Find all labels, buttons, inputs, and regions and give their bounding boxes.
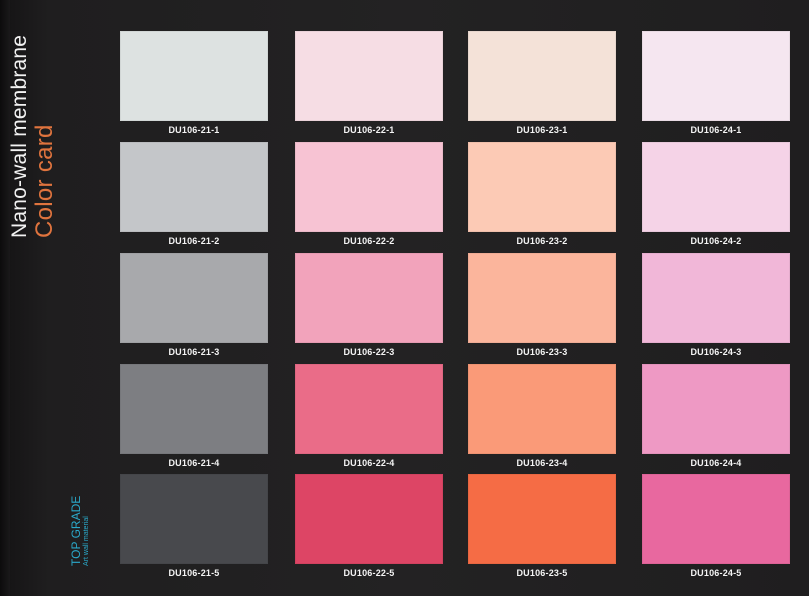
swatch-cell: DU106-23-4	[468, 364, 616, 472]
swatch-code: DU106-22-3	[343, 347, 395, 357]
color-swatch	[642, 253, 790, 343]
grade-line-1: TOP GRADE	[69, 495, 83, 566]
color-card-page: Nano-wall membrane Color card TOP GRADE …	[0, 0, 809, 596]
color-swatch	[120, 31, 268, 121]
swatch-code: DU106-21-5	[168, 568, 220, 578]
color-swatch	[642, 142, 790, 232]
color-swatch	[120, 474, 268, 564]
swatch-cell: DU106-21-3	[120, 253, 268, 361]
swatch-cell: DU106-22-4	[295, 364, 443, 472]
color-swatch	[468, 253, 616, 343]
swatch-cell: DU106-24-1	[642, 31, 790, 139]
title-line-2: Color card	[31, 124, 58, 238]
swatch-cell: DU106-24-3	[642, 253, 790, 361]
swatch-cell: DU106-22-5	[295, 474, 443, 582]
color-swatch	[295, 474, 443, 564]
color-swatch	[468, 31, 616, 121]
swatch-cell: DU106-24-2	[642, 142, 790, 250]
swatch-code: DU106-21-1	[168, 125, 220, 135]
swatch-cell: DU106-23-3	[468, 253, 616, 361]
swatch-code: DU106-23-3	[516, 347, 568, 357]
color-swatch	[468, 474, 616, 564]
swatch-cell: DU106-22-3	[295, 253, 443, 361]
side-title: Nano-wall membrane Color card	[8, 28, 92, 238]
swatch-code: DU106-21-2	[168, 236, 220, 246]
swatch-cell: DU106-23-5	[468, 474, 616, 582]
swatch-code: DU106-22-1	[343, 125, 395, 135]
swatch-cell: DU106-22-2	[295, 142, 443, 250]
swatch-cell: DU106-22-1	[295, 31, 443, 139]
swatch-cell: DU106-21-2	[120, 142, 268, 250]
swatch-code: DU106-23-2	[516, 236, 568, 246]
swatch-cell: DU106-21-5	[120, 474, 268, 582]
color-swatch	[295, 253, 443, 343]
swatch-code: DU106-23-5	[516, 568, 568, 578]
color-swatch	[295, 364, 443, 454]
swatch-code: DU106-21-4	[168, 458, 220, 468]
swatch-cell: DU106-24-4	[642, 364, 790, 472]
swatch-grid: DU106-21-1 DU106-21-2 DU106-21-3 DU106-21-4…	[120, 31, 790, 591]
swatch-code: DU106-22-5	[343, 568, 395, 578]
color-swatch	[295, 31, 443, 121]
swatch-code: DU106-24-3	[690, 347, 742, 357]
color-swatch	[468, 364, 616, 454]
swatch-cell: DU106-21-1	[120, 31, 268, 139]
color-swatch	[642, 31, 790, 121]
color-swatch	[642, 364, 790, 454]
swatch-code: DU106-22-4	[343, 458, 395, 468]
swatch-cell: DU106-24-5	[642, 474, 790, 582]
swatch-cell: DU106-21-4	[120, 364, 268, 472]
color-swatch	[468, 142, 616, 232]
swatch-code: DU106-21-3	[168, 347, 220, 357]
swatch-cell: DU106-23-1	[468, 31, 616, 139]
swatch-code: DU106-23-4	[516, 458, 568, 468]
title-line-1: Nano-wall membrane	[8, 34, 31, 238]
grade-line-2: Art wall material	[83, 516, 90, 566]
swatch-code: DU106-23-1	[516, 125, 568, 135]
swatch-code: DU106-24-2	[690, 236, 742, 246]
color-swatch	[642, 474, 790, 564]
swatch-code: DU106-24-1	[690, 125, 742, 135]
color-swatch	[120, 364, 268, 454]
swatch-code: DU106-24-4	[690, 458, 742, 468]
color-swatch	[120, 142, 268, 232]
swatch-code: DU106-24-5	[690, 568, 742, 578]
color-swatch	[295, 142, 443, 232]
swatch-cell: DU106-23-2	[468, 142, 616, 250]
grade-label: TOP GRADE Art wall material	[69, 466, 100, 566]
color-swatch	[120, 253, 268, 343]
swatch-code: DU106-22-2	[343, 236, 395, 246]
